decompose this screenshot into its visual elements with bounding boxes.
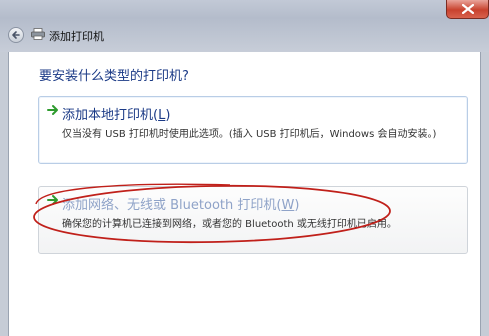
option-title: 添加网络、无线或 Bluetooth 打印机(W) bbox=[62, 198, 300, 213]
window-frame-left bbox=[0, 52, 8, 336]
add-local-printer-option[interactable]: 添加本地打印机(L) 仅当没有 USB 打印机时使用此选项。(插入 USB 打印… bbox=[38, 96, 468, 164]
printer-icon bbox=[31, 28, 45, 40]
back-arrow-icon bbox=[12, 31, 20, 39]
green-arrow-icon bbox=[47, 195, 58, 205]
green-arrow-icon bbox=[47, 105, 58, 115]
option-description: 仅当没有 USB 打印机时使用此选项。(插入 USB 打印机后，Windows … bbox=[62, 129, 437, 140]
close-icon bbox=[462, 4, 474, 14]
add-network-printer-option[interactable]: 添加网络、无线或 Bluetooth 打印机(W) 确保您的计算机已连接到网络，… bbox=[38, 186, 468, 254]
option-title: 添加本地打印机(L) bbox=[62, 108, 171, 123]
wizard-question: 要安装什么类型的打印机? bbox=[39, 69, 189, 84]
wizard-content: 要安装什么类型的打印机? 添加本地打印机(L) 仅当没有 USB 打印机时使用此… bbox=[8, 52, 481, 336]
title-bar: 添加打印机 bbox=[0, 0, 489, 52]
close-button[interactable] bbox=[446, 0, 489, 19]
back-button[interactable] bbox=[8, 27, 24, 43]
window-frame-right bbox=[481, 52, 489, 336]
option-description: 确保您的计算机已连接到网络，或者您的 Bluetooth 或无线打印机已启用。 bbox=[62, 219, 397, 230]
window-title: 添加打印机 bbox=[49, 30, 104, 43]
